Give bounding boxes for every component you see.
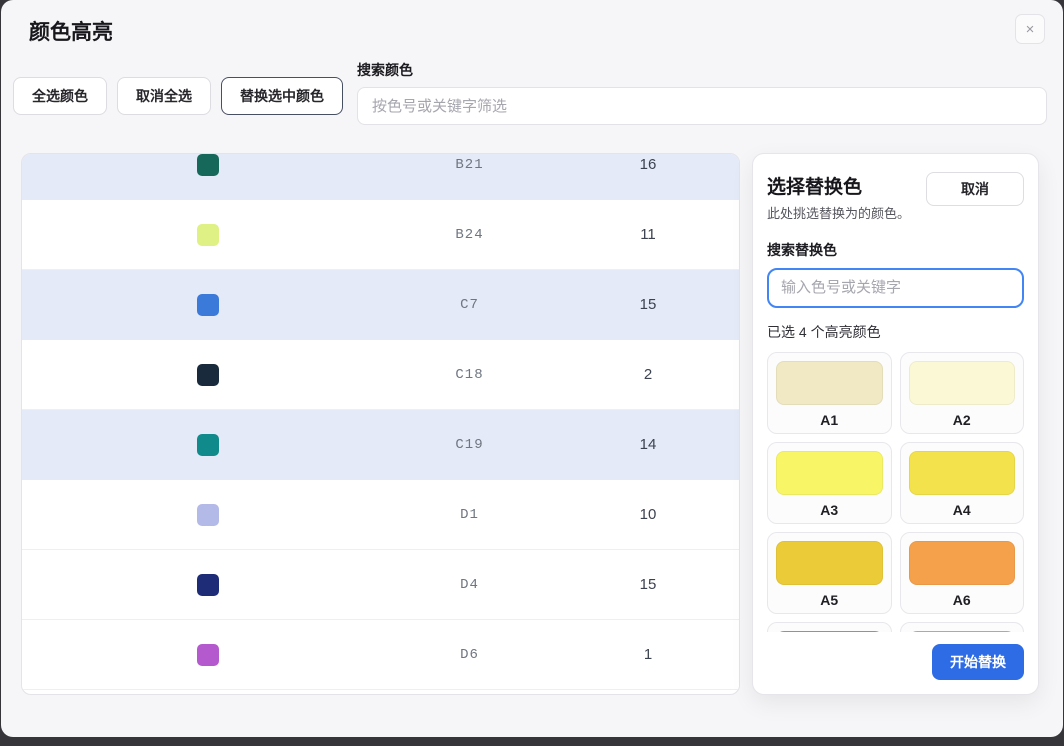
- color-count: 16: [627, 156, 739, 173]
- color-code: C18: [257, 367, 627, 383]
- swatch-label: A3: [776, 502, 883, 518]
- panel-title-block: 选择替换色 此处挑选替换为的颜色。: [767, 172, 910, 224]
- color-count: 11: [627, 226, 739, 243]
- swatch-label: A6: [909, 592, 1016, 608]
- table-row[interactable]: C18 2: [22, 340, 739, 410]
- replacement-swatch-card[interactable]: A6: [900, 532, 1025, 614]
- color-code: D1: [257, 507, 627, 523]
- color-search-block: 搜索颜色: [357, 60, 1047, 125]
- color-code: C19: [257, 437, 627, 453]
- swatch-preview: [909, 541, 1016, 585]
- page-title: 颜色高亮: [29, 16, 1035, 46]
- swatch-label: A4: [909, 502, 1016, 518]
- color-code: C7: [257, 297, 627, 313]
- color-search-input[interactable]: [357, 87, 1047, 125]
- swatch-preview: [776, 361, 883, 405]
- close-button[interactable]: ×: [1015, 14, 1045, 44]
- color-count: 1: [627, 646, 739, 663]
- replace-color-panel: 选择替换色 此处挑选替换为的颜色。 取消 搜索替换色 已选 4 个高亮颜色 A1…: [752, 153, 1039, 695]
- swatch-preview: [776, 541, 883, 585]
- selected-count-text: 已选 4 个高亮颜色: [767, 322, 1024, 342]
- swatch-preview: [909, 361, 1016, 405]
- color-count: 2: [627, 366, 739, 383]
- select-all-colors-button[interactable]: 全选颜色: [13, 77, 107, 115]
- replace-selected-colors-button[interactable]: 替换选中颜色: [221, 77, 343, 115]
- color-count: 15: [627, 576, 739, 593]
- swatch-preview: [909, 631, 1016, 632]
- dialog-header: 颜色高亮 ×: [1, 0, 1063, 50]
- color-code: D4: [257, 577, 627, 593]
- table-row[interactable]: D6 1: [22, 620, 739, 690]
- replacement-swatch-card[interactable]: A3: [767, 442, 892, 524]
- replacement-swatch-card[interactable]: A2: [900, 352, 1025, 434]
- replace-search-input[interactable]: [767, 268, 1024, 308]
- color-count: 14: [627, 436, 739, 453]
- color-swatch: [197, 434, 219, 456]
- color-swatch: [197, 504, 219, 526]
- deselect-all-button[interactable]: 取消全选: [117, 77, 211, 115]
- panel-title: 选择替换色: [767, 172, 910, 199]
- replace-search-label: 搜索替换色: [767, 240, 1024, 260]
- replacement-swatch-card[interactable]: [767, 622, 892, 632]
- replacement-swatch-card[interactable]: A5: [767, 532, 892, 614]
- swatch-label: A1: [776, 412, 883, 428]
- color-search-label: 搜索颜色: [357, 60, 1047, 80]
- color-swatch: [197, 224, 219, 246]
- color-swatch: [197, 294, 219, 316]
- toolbar: 全选颜色 取消全选 替换选中颜色 搜索颜色: [1, 50, 1063, 125]
- panel-description: 此处挑选替换为的颜色。: [767, 205, 910, 224]
- color-swatch: [197, 574, 219, 596]
- color-swatch: [197, 154, 219, 176]
- color-highlight-dialog: 颜色高亮 × 全选颜色 取消全选 替换选中颜色 搜索颜色 B21 16 B24: [1, 0, 1063, 737]
- panel-header: 选择替换色 此处挑选替换为的颜色。 取消: [767, 172, 1024, 224]
- color-count: 15: [627, 296, 739, 313]
- main-content: B21 16 B24 11 C7 15 C18 2: [1, 125, 1063, 737]
- replacement-swatch-card[interactable]: [900, 622, 1025, 632]
- panel-footer: 开始替换: [767, 636, 1024, 680]
- color-count: 10: [627, 506, 739, 523]
- table-row[interactable]: D4 15: [22, 550, 739, 620]
- table-row[interactable]: B21 16: [22, 153, 739, 200]
- table-row[interactable]: C19 14: [22, 410, 739, 480]
- table-row[interactable]: D1 10: [22, 480, 739, 550]
- start-replace-button[interactable]: 开始替换: [932, 644, 1024, 680]
- replacement-swatch-card[interactable]: A4: [900, 442, 1025, 524]
- replacement-swatch-grid: A1 A2 A3 A4 A5: [767, 352, 1024, 632]
- table-row[interactable]: B24 11: [22, 200, 739, 270]
- replacement-swatch-card[interactable]: A1: [767, 352, 892, 434]
- color-swatch: [197, 644, 219, 666]
- swatch-label: A2: [909, 412, 1016, 428]
- swatch-preview: [776, 451, 883, 495]
- color-table: B21 16 B24 11 C7 15 C18 2: [21, 153, 740, 695]
- color-swatch: [197, 364, 219, 386]
- swatch-preview: [909, 451, 1016, 495]
- close-icon: ×: [1026, 21, 1035, 38]
- color-code: B21: [257, 157, 627, 173]
- swatch-preview: [776, 631, 883, 632]
- swatch-label: A5: [776, 592, 883, 608]
- table-row[interactable]: C7 15: [22, 270, 739, 340]
- color-code: D6: [257, 647, 627, 663]
- cancel-button[interactable]: 取消: [926, 172, 1024, 206]
- color-code: B24: [257, 227, 627, 243]
